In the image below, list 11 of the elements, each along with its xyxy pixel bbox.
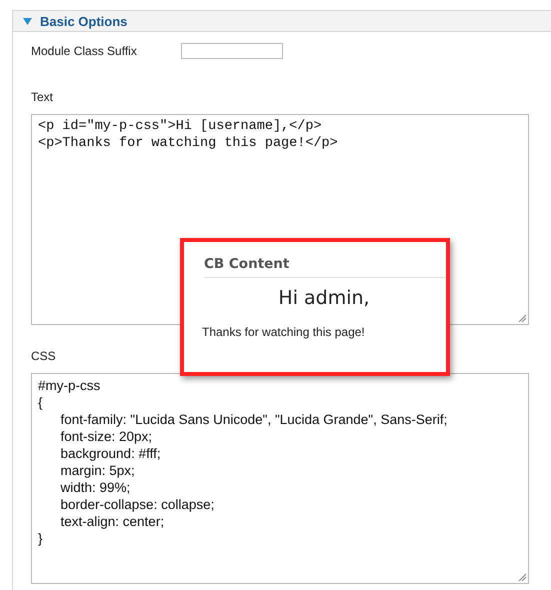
field-label: Text — [31, 90, 54, 104]
section-header[interactable]: Basic Options — [13, 11, 551, 32]
field-label: CSS — [31, 349, 57, 363]
caret-icon — [23, 18, 32, 24]
popup-text: Thanks for watching this page! — [202, 325, 366, 339]
field-label: Module Class Suffix — [31, 44, 138, 58]
resize-grip-icon[interactable] — [518, 314, 526, 322]
resize-grip-icon[interactable] — [518, 573, 526, 581]
input-field[interactable] — [181, 43, 283, 59]
greeting-heading: Hi admin, — [277, 287, 371, 309]
popup-title: CB Content — [204, 256, 446, 278]
